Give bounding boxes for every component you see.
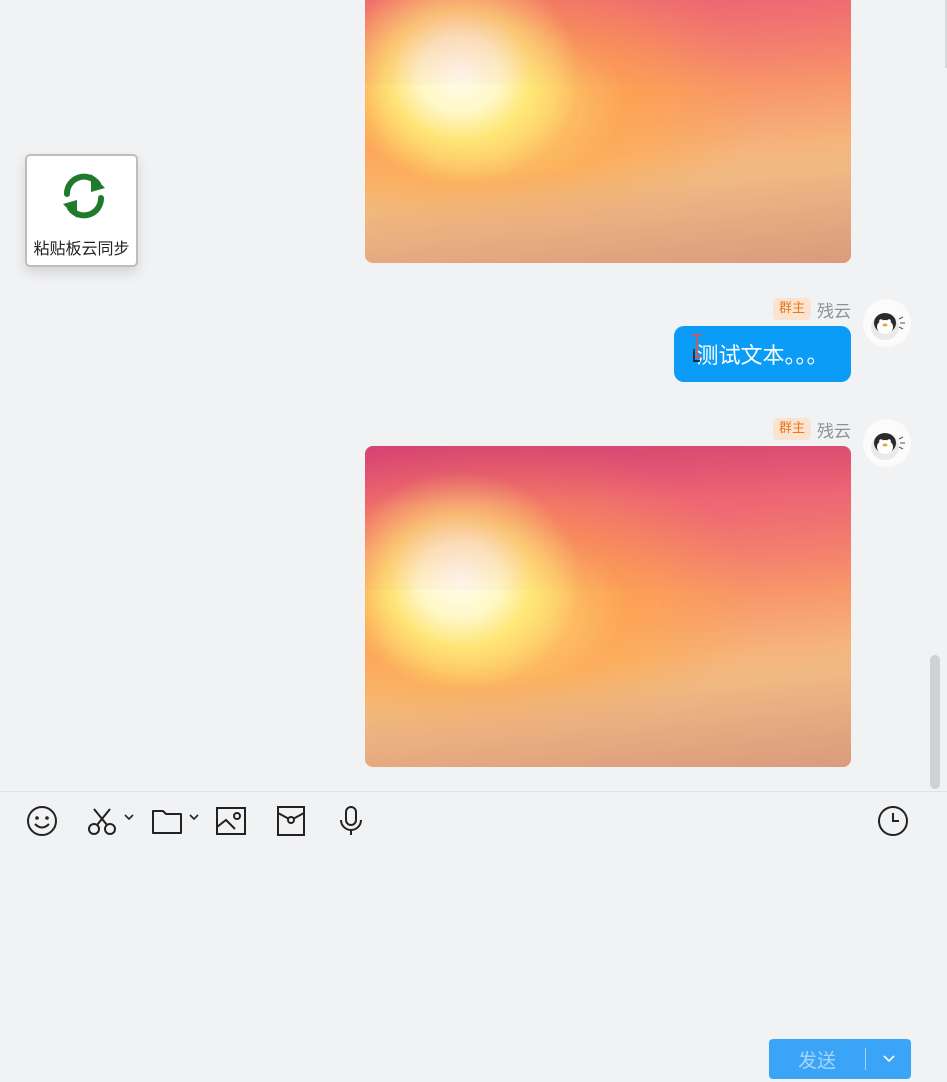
image-icon [216, 807, 246, 835]
microphone-icon [340, 806, 362, 835]
clipboard-sync-widget[interactable]: 粘贴板云同步 [25, 154, 138, 267]
role-badge: 群主 [772, 298, 811, 320]
sender-name[interactable]: 残云 [817, 417, 851, 442]
screenshot-button[interactable] [86, 804, 136, 838]
chevron-down-icon[interactable] [187, 810, 201, 824]
image-button[interactable] [215, 804, 247, 838]
chat-message-area[interactable]: 群主 残云 测试文本。。。 群主 残云 [0, 0, 947, 790]
clipboard-sync-label: 粘贴板云同步 [33, 239, 130, 258]
avatar[interactable] [863, 299, 911, 347]
role-badge: 群主 [772, 418, 811, 440]
history-button[interactable] [877, 804, 909, 838]
sender-name[interactable]: 残云 [817, 297, 851, 322]
sync-refresh-icon [63, 173, 105, 219]
penguin-avatar-icon [871, 313, 905, 340]
history-clock-icon [878, 806, 908, 836]
file-button[interactable] [151, 804, 201, 838]
send-options-button[interactable] [866, 1039, 911, 1079]
sender-info: 群主 残云 [772, 296, 851, 322]
message-image-sunset[interactable] [365, 446, 851, 767]
message-text[interactable]: 测试文本。。。 [696, 338, 828, 370]
toolbar-divider [0, 791, 947, 792]
scrollbar-thumb[interactable] [930, 655, 940, 789]
chevron-down-icon [882, 1055, 895, 1063]
send-label[interactable]: 发送 [769, 1046, 865, 1073]
avatar[interactable] [863, 419, 911, 467]
penguin-avatar-icon [871, 433, 905, 460]
emoji-icon [27, 806, 57, 836]
voice-button[interactable] [335, 804, 367, 838]
emoji-button[interactable] [26, 804, 58, 838]
red-packet-icon [277, 806, 305, 836]
sender-info: 群主 残云 [772, 416, 851, 442]
red-packet-button[interactable] [275, 804, 307, 838]
folder-icon [152, 810, 182, 834]
scissors-icon [88, 808, 116, 835]
text-cursor-icon [692, 334, 702, 362]
send-button[interactable]: 发送 [769, 1039, 911, 1079]
chevron-down-icon[interactable] [122, 810, 136, 824]
message-image-sunset[interactable] [365, 0, 851, 263]
